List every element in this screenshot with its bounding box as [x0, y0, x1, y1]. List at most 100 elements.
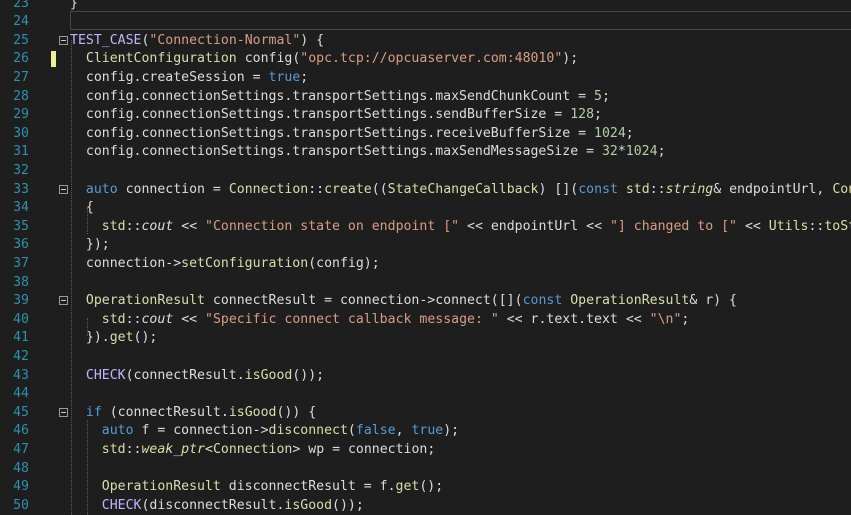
code-token: if — [85, 404, 102, 420]
line-number: 23 — [13, 0, 29, 11]
line-number: 31 — [13, 144, 29, 160]
code-line[interactable]: 35 std::cout << "Connection state on end… — [0, 218, 851, 237]
code-token: (config); — [308, 255, 380, 271]
code-token: ; — [625, 125, 634, 141]
code-token: config.connectionSettings.transportSetti… — [70, 88, 595, 104]
code-line[interactable]: 41 }).get(); — [0, 329, 851, 348]
code-line[interactable]: 42 — [0, 348, 851, 367]
code-text: config.createSession = true; — [70, 69, 308, 88]
code-token: weak_ptr — [141, 441, 206, 457]
code-token: (connectResult. — [125, 367, 245, 383]
code-line[interactable]: 36 }); — [0, 236, 851, 255]
code-token: TEST_CASE — [70, 32, 142, 48]
line-number: 37 — [13, 255, 29, 271]
code-editor[interactable]: 23} 24 25 TEST_CASE("Connection-Normal") {2… — [0, 0, 851, 515]
code-token: < — [205, 441, 213, 457]
code-token: & r) { — [689, 293, 737, 309]
code-text: connection->setConfiguration(config); — [70, 255, 380, 274]
code-token: ; — [594, 107, 602, 123]
code-line[interactable]: 25 TEST_CASE("Connection-Normal") { — [0, 32, 851, 51]
code-line[interactable]: 26 ClientConfiguration config("opc.tcp:/… — [0, 50, 851, 69]
code-token: cout — [141, 311, 174, 327]
code-line[interactable]: 32 — [0, 162, 851, 181]
code-token: ; — [300, 69, 309, 85]
code-token: cout — [141, 218, 174, 234]
code-line[interactable]: 34 { — [0, 199, 851, 218]
line-number: 38 — [13, 274, 29, 290]
collapse-toggle-icon[interactable] — [59, 35, 68, 45]
code-token: config( — [236, 51, 301, 67]
code-token: Conne — [832, 181, 851, 197]
code-line[interactable]: 49 OperationResult disconnectResult = f.… — [0, 478, 851, 497]
line-number: 44 — [13, 386, 29, 402]
line-number: 24 — [13, 14, 29, 30]
collapse-toggle-icon[interactable] — [59, 184, 68, 194]
code-text: config.connectionSettings.transportSetti… — [70, 125, 634, 144]
code-token: ClientConfiguration — [85, 51, 237, 67]
code-line[interactable]: 31 config.connectionSettings.transportSe… — [0, 143, 851, 162]
code-token: const — [578, 181, 618, 197]
code-token: (); — [133, 330, 158, 346]
code-line[interactable]: 37 connection->setConfiguration(config); — [0, 255, 851, 274]
code-token: 128 — [570, 107, 595, 123]
code-line[interactable]: 28 config.connectionSettings.transportSe… — [0, 88, 851, 107]
code-line[interactable]: 27 config.createSession = true; — [0, 69, 851, 88]
code-line[interactable]: 38 — [0, 274, 851, 293]
collapse-toggle-icon[interactable] — [59, 407, 68, 417]
code-token: isGood — [244, 367, 293, 383]
code-line[interactable]: 33 auto connection = Connection::create(… — [0, 181, 851, 200]
code-token: (); — [419, 479, 444, 495]
code-line[interactable]: 39 OperationResult connectResult = conne… — [0, 292, 851, 311]
code-token: "\n" — [649, 311, 682, 327]
code-line[interactable]: 40 std::cout << "Specific connect callba… — [0, 311, 851, 330]
code-token: string — [665, 181, 714, 197]
code-token: :: — [649, 181, 666, 197]
code-line[interactable]: 44 — [0, 385, 851, 404]
code-line[interactable]: 50 CHECK(disconnectResult.isGood()); — [0, 497, 851, 515]
code-line[interactable]: 48 — [0, 460, 851, 479]
code-text: std::cout << "Specific connect callback … — [70, 311, 690, 330]
code-token: disconnect — [268, 423, 348, 439]
line-number: 28 — [13, 88, 29, 104]
code-token: OperationResult — [101, 479, 221, 495]
code-line[interactable]: 43 CHECK(connectResult.isGood()); — [0, 367, 851, 386]
code-line[interactable]: 46 auto f = connection->disconnect(false… — [0, 422, 851, 441]
collapse-toggle-icon[interactable] — [59, 296, 68, 306]
line-number: 35 — [13, 218, 29, 234]
code-line[interactable]: 23} — [0, 0, 851, 13]
code-text: CHECK(disconnectResult.isGood()); — [70, 497, 364, 515]
code-token: ); — [562, 51, 579, 67]
code-line[interactable]: 30 config.connectionSettings.transportSe… — [0, 125, 851, 144]
code-token: CHECK — [101, 497, 142, 513]
code-token: = — [244, 69, 269, 85]
code-token: << — [173, 218, 206, 234]
code-token: & endpointUrl, — [713, 181, 833, 197]
code-line[interactable]: 29 config.connectionSettings.transportSe… — [0, 106, 851, 125]
code-line[interactable]: 24 — [0, 13, 851, 32]
line-number: 48 — [13, 460, 29, 476]
code-token: ()); — [332, 497, 364, 513]
code-text: ClientConfiguration config("opc.tcp://op… — [70, 50, 578, 69]
code-token: (( — [371, 181, 388, 197]
code-line[interactable]: 45 if (connectResult.isGood()) { — [0, 404, 851, 423]
code-token: createSession — [141, 69, 245, 85]
line-number: 46 — [13, 423, 29, 439]
code-token: "Connection state on endpoint [" — [205, 218, 460, 234]
code-token: std — [101, 441, 126, 457]
code-token: auto — [85, 181, 118, 197]
line-number: 34 — [13, 200, 29, 216]
code-token: ) []( — [538, 181, 579, 197]
code-token: Connection — [212, 441, 293, 457]
code-text: OperationResult disconnectResult = f.get… — [70, 478, 443, 497]
code-line[interactable]: 47 std::weak_ptr<Connection> wp = connec… — [0, 441, 851, 460]
code-token: :: — [308, 181, 325, 197]
code-text: config.connectionSettings.transportSetti… — [70, 143, 666, 162]
code-token: disconnectResult = f. — [220, 479, 396, 495]
